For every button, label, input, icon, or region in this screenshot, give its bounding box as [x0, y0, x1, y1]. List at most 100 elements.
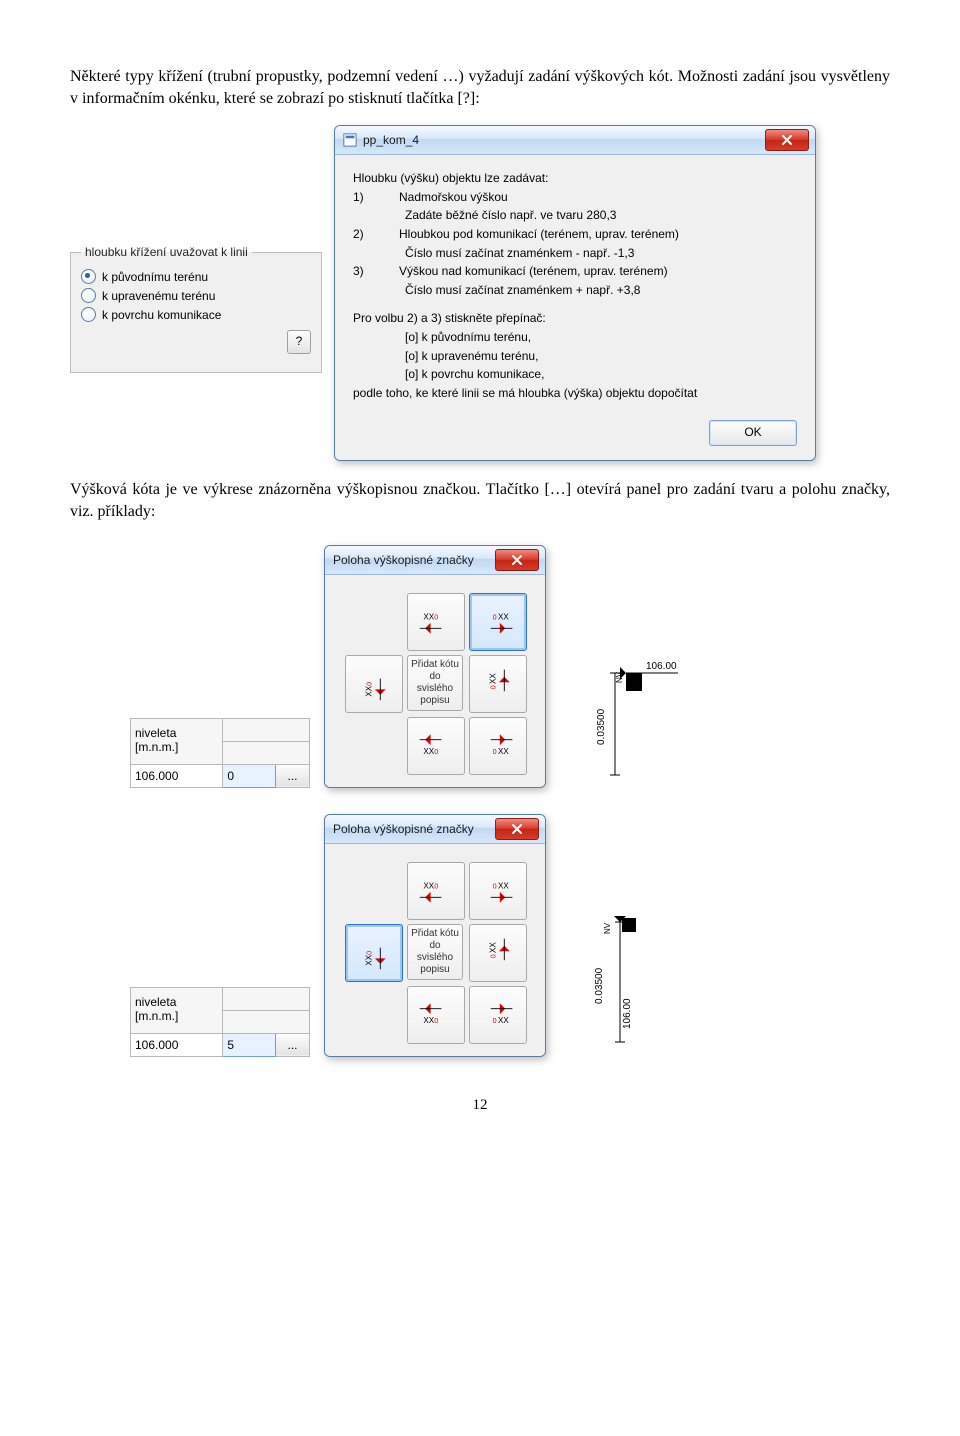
niveleta-poly-b[interactable]: 5: [223, 1033, 276, 1056]
palette-title-b: Poloha výškopisné značky: [333, 822, 474, 836]
svg-text:XX: XX: [498, 881, 509, 890]
close-icon: [781, 134, 793, 146]
app-icon: [343, 133, 357, 147]
niveleta-poly-a[interactable]: 0: [223, 764, 276, 787]
close-button[interactable]: [765, 129, 809, 151]
marker-top-left[interactable]: XX 0: [407, 593, 465, 651]
svg-text:0: 0: [364, 681, 373, 685]
svg-text:0: 0: [488, 685, 497, 689]
marker-mid-left-b-selected[interactable]: XX0: [345, 924, 403, 982]
marker-top-right-selected[interactable]: XX 0: [469, 593, 527, 651]
close-icon: [511, 554, 523, 566]
dialog-info: pp_kom_4 Hloubku (výšku) objektu lze zad…: [334, 125, 816, 461]
titlebar: pp_kom_4: [335, 126, 815, 155]
niveleta-ellipsis-a[interactable]: ...: [276, 764, 310, 787]
info-n3a: Výškou nad komunikací (terénem, uprav. t…: [399, 264, 668, 278]
radio-row-povrch[interactable]: k povrchu komunikace: [81, 307, 311, 322]
svg-text:NV: NV: [603, 922, 612, 934]
info-mid: Pro volbu 2) a 3) stiskněte přepínač:: [353, 309, 797, 328]
info-n2a: Hloubkou pod komunikací (terénem, uprav.…: [399, 227, 679, 241]
svg-text:XX: XX: [423, 1016, 434, 1025]
svg-text:0: 0: [364, 950, 373, 954]
info-n2: 2): [353, 225, 399, 244]
schematic-side-a: 0.03500: [596, 708, 607, 745]
svg-text:XX: XX: [498, 1016, 509, 1025]
svg-text:0: 0: [488, 954, 497, 958]
niveleta-value-a[interactable]: 106.000: [131, 764, 223, 787]
groupbox-legend: hloubku křížení uvažovat k linii: [81, 245, 252, 259]
svg-text:0: 0: [493, 747, 497, 756]
palette-close-a[interactable]: [495, 549, 539, 571]
marker-bot-right[interactable]: XX 0: [469, 717, 527, 775]
marker-icon: XX 0: [418, 610, 454, 633]
svg-text:XX: XX: [498, 747, 509, 756]
info-n1: 1): [353, 188, 399, 207]
svg-text:106.00: 106.00: [622, 997, 633, 1028]
svg-text:XX: XX: [364, 954, 373, 965]
niveleta-ellipsis-b[interactable]: ...: [276, 1033, 310, 1056]
svg-text:0: 0: [493, 1016, 497, 1025]
info-n2b: Číslo musí začínat znaménkem - např. -1,…: [353, 244, 797, 263]
info-tail: podle toho, ke které linii se má hloubka…: [353, 384, 797, 403]
svg-text:0: 0: [434, 747, 438, 756]
svg-text:0: 0: [493, 612, 497, 621]
paragraph-marker: Výšková kóta je ve výkrese znázorněna vý…: [70, 479, 890, 522]
marker-center-text[interactable]: Přidat kótu do svislého popisu: [407, 655, 463, 711]
page-number: 12: [70, 1097, 890, 1114]
marker-icon: XX 0: [480, 610, 516, 633]
radio-upraveny[interactable]: [81, 288, 96, 303]
schematic-top: 106.00: [646, 661, 677, 672]
schematic-a: 106.00 NV 0.03500: [560, 645, 680, 788]
svg-text:XX: XX: [488, 672, 497, 683]
svg-text:0: 0: [434, 1016, 438, 1025]
marker-icon: XX 0: [486, 666, 509, 702]
marker-mid-left[interactable]: XX 0: [345, 655, 403, 713]
niveleta-panel-b: niveleta [m.n.m.] 106.000 5 ...: [130, 987, 310, 1057]
marker-mid-right-b[interactable]: XX 0: [469, 924, 527, 982]
radio-row-puvodni[interactable]: k původnímu terénu: [81, 269, 311, 284]
svg-text:XX: XX: [423, 881, 434, 890]
paragraph-intro: Některé typy křížení (trubní propustky, …: [70, 66, 890, 109]
svg-text:0: 0: [493, 881, 497, 890]
marker-bot-right-b[interactable]: XX0: [469, 986, 527, 1044]
info-mo3: [o] k povrchu komunikace,: [353, 365, 797, 384]
ok-button[interactable]: OK: [709, 420, 797, 446]
niveleta-value-b[interactable]: 106.000: [131, 1033, 223, 1056]
radio-povrch-label: k povrchu komunikace: [102, 308, 221, 322]
info-n1b: Zadáte běžné číslo např. ve tvaru 280,3: [353, 206, 797, 225]
marker-bot-left[interactable]: XX 0: [407, 717, 465, 775]
marker-mid-right[interactable]: XX 0: [469, 655, 527, 713]
marker-palette-b: Poloha výškopisné značky XX0 XX0 XX0: [324, 814, 546, 1057]
info-n3b: Číslo musí začínat znaménkem + např. +3,…: [353, 281, 797, 300]
niveleta-h1b: niveleta: [135, 995, 176, 1009]
palette-close-b[interactable]: [495, 818, 539, 840]
info-mo1: [o] k původnímu terénu,: [353, 328, 797, 347]
marker-icon: XX 0: [418, 734, 454, 757]
radio-puvodni-label: k původnímu terénu: [102, 270, 208, 284]
svg-text:0: 0: [434, 881, 438, 890]
marker-center-text-b[interactable]: Přidat kótu do svislého popisu: [407, 924, 463, 980]
svg-text:XX: XX: [488, 941, 497, 952]
palette-title-a: Poloha výškopisné značky: [333, 553, 474, 567]
marker-palette-a: Poloha výškopisné značky XX 0: [324, 545, 546, 788]
marker-bot-left-b[interactable]: XX0: [407, 986, 465, 1044]
radio-puvodni[interactable]: [81, 269, 96, 284]
radio-row-upraveny[interactable]: k upravenému terénu: [81, 288, 311, 303]
marker-icon: XX 0: [362, 666, 385, 702]
schematic-b: NV 0.03500 106.00: [560, 904, 660, 1057]
info-heading: Hloubku (výšku) objektu lze zadávat:: [353, 169, 797, 188]
svg-text:0.03500: 0.03500: [594, 967, 605, 1004]
svg-text:XX: XX: [423, 747, 434, 756]
niveleta-h2b: [m.n.m.]: [135, 1009, 178, 1023]
radio-upraveny-label: k upravenému terénu: [102, 289, 215, 303]
info-mo2: [o] k upravenému terénu,: [353, 347, 797, 366]
help-button[interactable]: ?: [287, 330, 311, 354]
niveleta-h1: niveleta: [135, 726, 176, 740]
svg-text:XX: XX: [423, 612, 434, 621]
radio-povrch[interactable]: [81, 307, 96, 322]
svg-text:XX: XX: [498, 612, 509, 621]
marker-top-right-b[interactable]: XX0: [469, 862, 527, 920]
niveleta-panel-a: niveleta [m.n.m.] 106.000 0 ...: [130, 718, 310, 788]
info-n3: 3): [353, 262, 399, 281]
marker-top-left-b[interactable]: XX0: [407, 862, 465, 920]
